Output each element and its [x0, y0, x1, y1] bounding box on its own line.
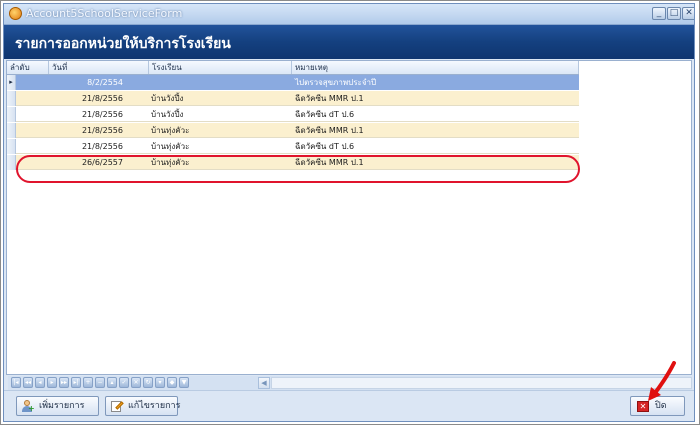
horizontal-scrollbar[interactable]	[271, 377, 692, 389]
minimize-button[interactable]: _	[652, 7, 666, 20]
edit-record-label: แก้ไขรายการ	[128, 401, 181, 411]
cell-note[interactable]: ฉีดวัคซีน MMR ป.1	[292, 91, 572, 106]
cell-date[interactable]: 21/8/2556	[49, 139, 129, 154]
page-header: รายการออกหน่วยให้บริการโรงเรียน	[4, 25, 694, 59]
table-row[interactable]: 21/8/2556 บ้านทุ่งคัวะ ฉีดวัคซีน MMR ป.1	[7, 123, 579, 138]
pointer-arrow-annotation	[648, 361, 676, 401]
cell-school[interactable]	[149, 75, 289, 90]
next-icon[interactable]: ▸	[47, 377, 57, 388]
action-bar: + เพิ่มรายการ แก้ไขรายการ ✕ ปิด	[4, 390, 694, 421]
first-icon[interactable]: |◂	[11, 377, 21, 388]
cell-note[interactable]: ไปตรวจสุขภาพประจำปี	[292, 75, 572, 90]
grid-header: ลำดับ วันที่ โรงเรียน หมายเหตุ	[7, 61, 579, 75]
add-record-button[interactable]: + เพิ่มรายการ	[16, 396, 99, 416]
row-indicator	[7, 91, 16, 106]
cell-school[interactable]: บ้านวังปึ้ง	[149, 91, 289, 106]
row-indicator	[7, 139, 16, 154]
cell-date[interactable]: 21/8/2556	[49, 123, 129, 138]
edit-document-icon	[110, 400, 124, 412]
table-row[interactable]: 21/8/2556 บ้านทุ่งคัวะ ฉีดวัคซีน dT ป.6	[7, 139, 579, 154]
prev-page-icon[interactable]: ◂◂	[23, 377, 33, 388]
window-close-button[interactable]: ✕	[682, 7, 694, 20]
app-icon	[9, 7, 22, 20]
row-indicator	[7, 123, 16, 138]
row-indicator	[7, 155, 16, 170]
cell-date[interactable]: 8/2/2554	[49, 75, 129, 90]
edit-record-button[interactable]: แก้ไขรายการ	[105, 396, 181, 416]
row-divider	[16, 105, 579, 106]
row-divider	[16, 153, 579, 154]
last-icon[interactable]: ▸|	[71, 377, 81, 388]
grid-navigator: |◂ ◂◂ ◂ ▸ ▸▸ ▸| + − ▴ ✓ ✕ ↻ ▾ ◆ ▼ ◀	[8, 376, 692, 390]
user-add-icon: +	[21, 400, 35, 413]
bookmark-icon[interactable]: ◆	[167, 377, 177, 388]
prev-icon[interactable]: ◂	[35, 377, 45, 388]
cell-school[interactable]: บ้านวังปึ้ง	[149, 107, 289, 122]
row-divider	[16, 121, 579, 122]
column-header-seq[interactable]: ลำดับ	[7, 61, 49, 74]
title-bar[interactable]: Account5SchoolServiceForm _ □ ✕	[4, 4, 694, 25]
column-header-note[interactable]: หมายเหตุ	[292, 61, 579, 74]
cell-note[interactable]: ฉีดวัคซีน MMR ป.1	[292, 123, 572, 138]
cell-date[interactable]: 21/8/2556	[49, 91, 129, 106]
row-divider	[16, 137, 579, 138]
column-header-date[interactable]: วันที่	[49, 61, 149, 74]
cell-date[interactable]: 21/8/2556	[49, 107, 129, 122]
next-page-icon[interactable]: ▸▸	[59, 377, 69, 388]
cell-school[interactable]: บ้านทุ่งคัวะ	[149, 139, 289, 154]
app-window: Account5SchoolServiceForm _ □ ✕ รายการออ…	[3, 3, 695, 422]
cell-note[interactable]: ฉีดวัคซีน dT ป.6	[292, 139, 572, 154]
cell-note[interactable]: ฉีดวัคซีน dT ป.6	[292, 107, 572, 122]
refresh-icon[interactable]: ↻	[143, 377, 153, 388]
delete-icon[interactable]: −	[95, 377, 105, 388]
current-row-indicator-icon: ▸	[7, 75, 16, 90]
cell-school[interactable]: บ้านทุ่งคัวะ	[149, 123, 289, 138]
table-row[interactable]: 21/8/2556 บ้านวังปึ้ง ฉีดวัคซีน dT ป.6	[7, 107, 579, 122]
maximize-button[interactable]: □	[667, 7, 681, 20]
edit-icon[interactable]: ▴	[107, 377, 117, 388]
screenshot-frame: Account5SchoolServiceForm _ □ ✕ รายการออ…	[0, 0, 700, 425]
column-header-school[interactable]: โรงเรียน	[149, 61, 292, 74]
filter-icon[interactable]: ▾	[155, 377, 165, 388]
table-row[interactable]: 21/8/2556 บ้านวังปึ้ง ฉีดวัคซีน MMR ป.1	[7, 91, 579, 106]
table-row[interactable]: ▸ 8/2/2554 ไปตรวจสุขภาพประจำปี	[7, 75, 579, 90]
window-title: Account5SchoolServiceForm	[26, 7, 183, 20]
scroll-left-icon[interactable]: ◀	[258, 377, 270, 389]
page-title: รายการออกหน่วยให้บริการโรงเรียน	[15, 36, 231, 52]
highlight-ring-annotation	[16, 155, 580, 183]
cancel-icon[interactable]: ✕	[131, 377, 141, 388]
service-grid[interactable]: ลำดับ วันที่ โรงเรียน หมายเหตุ ▸ 8/2/255…	[6, 60, 692, 375]
row-indicator	[7, 107, 16, 122]
goto-icon[interactable]: ▼	[179, 377, 189, 388]
post-icon[interactable]: ✓	[119, 377, 129, 388]
add-record-label: เพิ่มรายการ	[39, 401, 85, 411]
append-icon[interactable]: +	[83, 377, 93, 388]
